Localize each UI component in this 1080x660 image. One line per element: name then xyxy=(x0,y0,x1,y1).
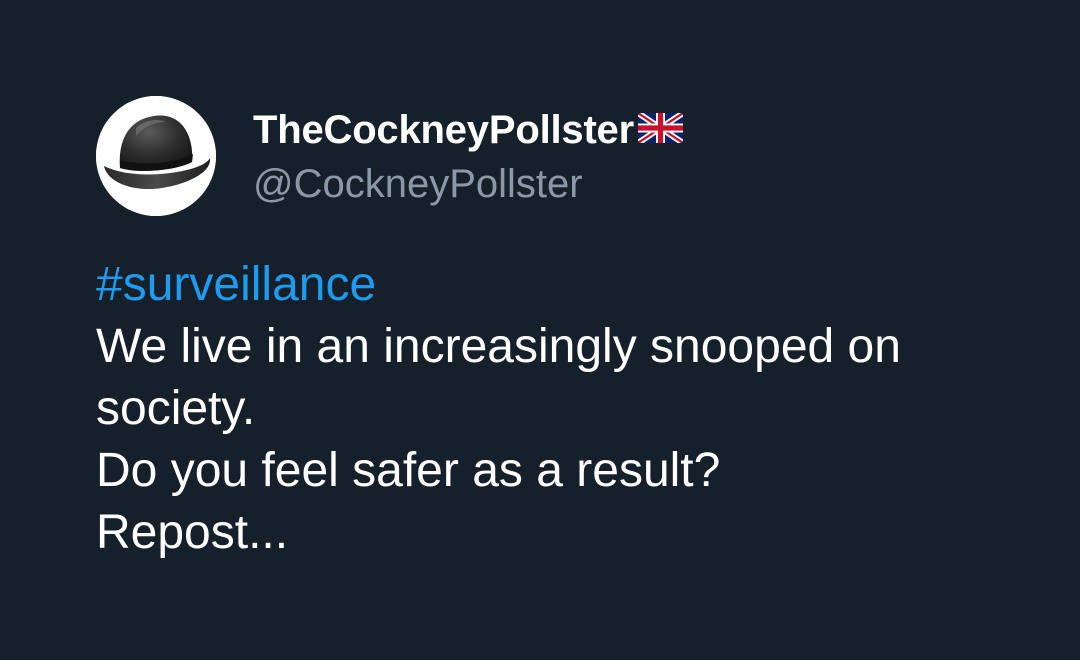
tweet-card: TheCockneyPollster @CockneyPollster #sur… xyxy=(0,0,1080,660)
tweet-text: #surveillance We live in an increasingly… xyxy=(96,254,996,564)
bowler-hat-icon xyxy=(96,96,216,216)
tweet-text-line: Do you feel safer as a result? xyxy=(96,444,721,497)
user-handle[interactable]: @CockneyPollster xyxy=(253,160,583,208)
tweet-text-line: Repost... xyxy=(96,506,289,559)
avatar[interactable] xyxy=(96,96,216,216)
hashtag-link[interactable]: #surveillance xyxy=(96,254,996,316)
display-name[interactable]: TheCockneyPollster xyxy=(253,106,634,154)
author-name-row: TheCockneyPollster xyxy=(253,106,683,154)
tweet-text-line: We live in an increasingly snooped on xyxy=(96,320,901,373)
uk-flag-icon xyxy=(637,113,683,143)
tweet-text-line: society. xyxy=(96,382,256,435)
